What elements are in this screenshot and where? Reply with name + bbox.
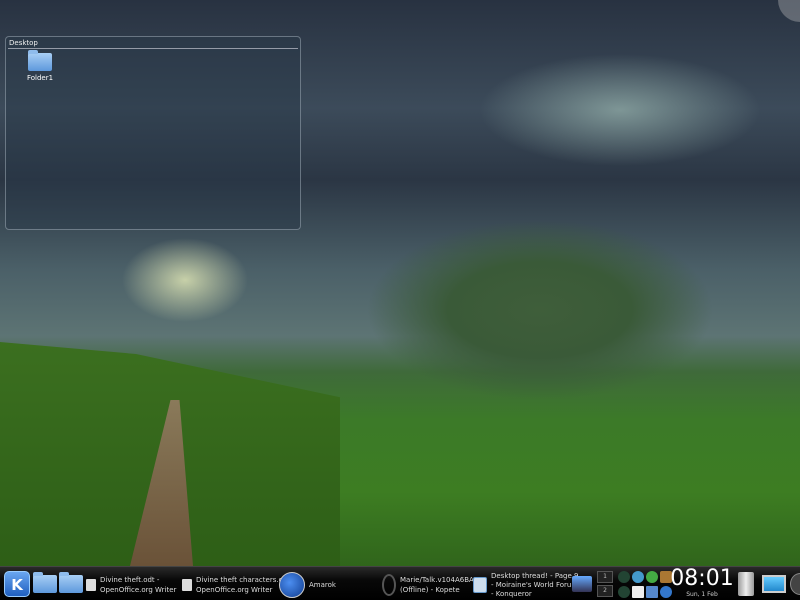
task-divine-theft-characters[interactable]: Divine theft characters.odt - OpenOffice.… — [182, 573, 295, 597]
folder-view-title: Desktop — [9, 39, 38, 47]
pager-desktop-2[interactable]: 2 — [597, 585, 613, 597]
digital-clock[interactable]: 08:01 Sun, 1 Feb — [668, 566, 736, 599]
task-title: Marie/Talk.v104A6BAB — [400, 576, 479, 584]
folder-view-widget: Desktop Folder1 — [5, 36, 301, 230]
task-title: Desktop thread! - Page 9 — [491, 571, 579, 580]
home-folder-icon[interactable] — [33, 572, 57, 593]
task-amarok[interactable]: Amarok — [279, 571, 336, 599]
download-icon[interactable] — [646, 585, 658, 598]
my-computer-icon[interactable] — [762, 575, 786, 593]
kopete-icon — [382, 574, 396, 596]
pager-desktop-1[interactable]: 1 — [597, 571, 613, 583]
trash-icon[interactable] — [738, 572, 754, 596]
divider — [8, 48, 298, 49]
task-title: Amarok — [309, 581, 336, 589]
task-divine-theft[interactable]: Divine theft.odt - OpenOffice.org Writer — [86, 573, 176, 597]
task-subtitle: - Konqueror — [491, 589, 532, 598]
panel-toolbox-cashew[interactable] — [790, 573, 800, 595]
folder-icon — [28, 50, 52, 71]
task-subtitle: (Offline) - Kopete — [400, 586, 460, 594]
favorites-folder-icon[interactable] — [59, 572, 83, 593]
desktop-icon-label: Folder1 — [26, 74, 54, 82]
task-konqueror[interactable]: Desktop thread! - Page 9- Moiraine's Wor… — [473, 570, 582, 600]
system-tray — [618, 571, 672, 598]
pager: 1 2 — [597, 571, 613, 598]
task-kopete[interactable]: Marie/Talk.v104A6BAB (Offline) - Kopete — [382, 573, 479, 597]
tray-empty-icon[interactable] — [618, 571, 630, 583]
kickoff-menu-button[interactable]: K — [4, 571, 30, 597]
writer-document-icon — [86, 579, 96, 591]
clipboard-icon[interactable] — [632, 585, 644, 598]
konqueror-icon — [473, 577, 487, 593]
network-icon[interactable] — [632, 571, 644, 583]
clock-date: Sun, 1 Feb — [686, 591, 718, 598]
clock-time: 08:01 — [670, 566, 734, 591]
task-title: Divine theft.odt - — [100, 576, 160, 584]
amarok-icon — [279, 572, 305, 598]
desktop-icon-folder1[interactable]: Folder1 — [24, 50, 56, 82]
writer-document-icon — [182, 579, 192, 591]
show-desktop-icon[interactable] — [572, 576, 592, 592]
task-subtitle: - Moiraine's World Forums — [491, 580, 582, 589]
taskbar-panel: K Divine theft.odt - OpenOffice.org Write… — [0, 566, 800, 600]
tray-empty-icon[interactable] — [618, 585, 630, 598]
task-subtitle: OpenOffice.org Writer — [100, 586, 177, 594]
kopete-tray-icon[interactable] — [646, 571, 658, 583]
